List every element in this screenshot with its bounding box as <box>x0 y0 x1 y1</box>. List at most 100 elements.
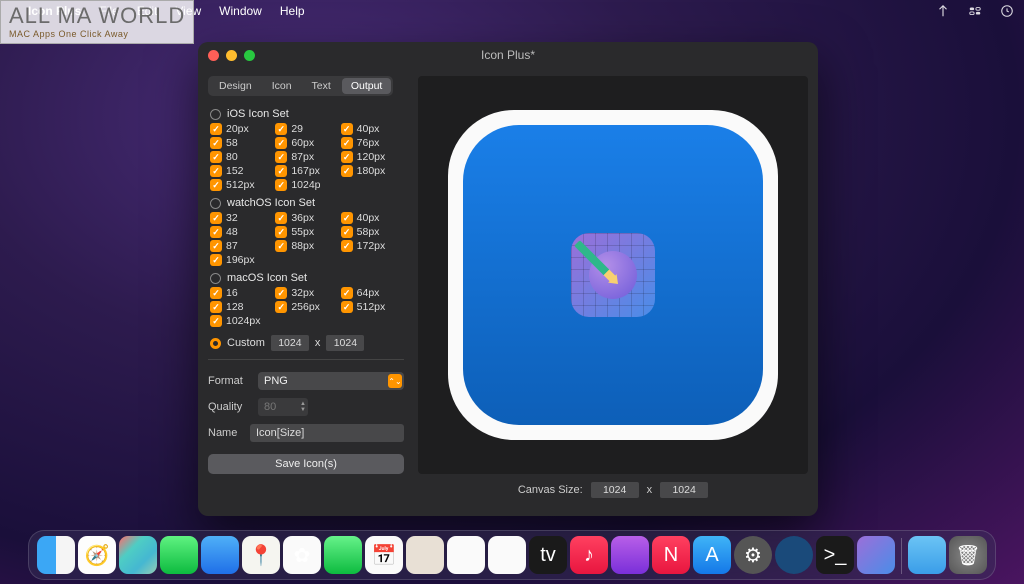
size-label: 29 <box>291 123 303 135</box>
dock-reminders-icon[interactable] <box>447 536 485 574</box>
size-checkbox[interactable]: ✓167px <box>275 165 338 177</box>
dock-facetime-icon[interactable] <box>324 536 362 574</box>
size-label: 152 <box>226 165 244 177</box>
size-checkbox[interactable]: ✓55px <box>275 226 338 238</box>
macos-section-header[interactable]: macOS Icon Set <box>210 272 404 284</box>
dock-photos-icon[interactable]: ✿ <box>283 536 321 574</box>
size-checkbox[interactable]: ✓20px <box>210 123 273 135</box>
icon-preview-outer <box>448 110 778 440</box>
dock-downloads-icon[interactable] <box>908 536 946 574</box>
size-checkbox[interactable]: ✓87px <box>275 151 338 163</box>
canvas-height-input[interactable] <box>660 482 708 498</box>
stepper-arrows-icon[interactable]: ▲▼ <box>300 401 306 413</box>
radio-icon[interactable] <box>210 109 221 120</box>
size-checkbox[interactable]: ✓48 <box>210 226 273 238</box>
dock-appstore-icon[interactable]: A <box>693 536 731 574</box>
menu-window[interactable]: Window <box>219 4 262 18</box>
size-checkbox[interactable]: ✓76px <box>341 137 404 149</box>
checkbox-icon: ✓ <box>210 315 222 327</box>
size-checkbox[interactable]: ✓512px <box>341 301 404 313</box>
canvas-area[interactable] <box>418 76 808 474</box>
custom-height-input[interactable] <box>326 335 364 351</box>
size-checkbox[interactable]: ✓80 <box>210 151 273 163</box>
size-checkbox[interactable]: ✓196px <box>210 254 273 266</box>
dock-launchpad-icon[interactable] <box>119 536 157 574</box>
dock-music-icon[interactable]: ♪ <box>570 536 608 574</box>
size-checkbox[interactable]: ✓88px <box>275 240 338 252</box>
size-checkbox[interactable]: ✓60px <box>275 137 338 149</box>
watchos-title: watchOS Icon Set <box>227 197 315 209</box>
menu-help[interactable]: Help <box>280 4 305 18</box>
size-label: 32 <box>226 212 238 224</box>
dock-settings-icon[interactable]: ⚙︎ <box>734 536 772 574</box>
size-label: 58px <box>357 226 380 238</box>
dock-terminal-icon[interactable]: >_ <box>816 536 854 574</box>
dock-mail-icon[interactable] <box>201 536 239 574</box>
size-checkbox[interactable]: ✓64px <box>341 287 404 299</box>
size-checkbox[interactable]: ✓256px <box>275 301 338 313</box>
titlebar[interactable]: Icon Plus* <box>198 42 818 68</box>
size-checkbox[interactable]: ✓1024px <box>210 315 273 327</box>
size-checkbox[interactable]: ✓40px <box>341 123 404 135</box>
dock-tv-icon[interactable]: tv <box>529 536 567 574</box>
dock-contacts-icon[interactable] <box>406 536 444 574</box>
size-checkbox[interactable]: ✓ 29 <box>275 123 338 135</box>
radio-icon[interactable] <box>210 198 221 209</box>
size-checkbox[interactable]: ✓120px <box>341 151 404 163</box>
tab-text[interactable]: Text <box>303 78 340 94</box>
tab-design[interactable]: Design <box>210 78 261 94</box>
checkbox-icon: ✓ <box>275 151 287 163</box>
dock-maps-icon[interactable]: 📍 <box>242 536 280 574</box>
preview-panel: Canvas Size: x <box>418 76 808 506</box>
format-select[interactable]: PNG ⌃⌄ <box>258 372 404 390</box>
size-checkbox[interactable]: ✓180px <box>341 165 404 177</box>
size-checkbox[interactable]: ✓16 <box>210 287 273 299</box>
size-label: 128 <box>226 301 244 313</box>
size-checkbox[interactable]: ✓172px <box>341 240 404 252</box>
tab-icon[interactable]: Icon <box>263 78 301 94</box>
size-label: 60px <box>291 137 314 149</box>
ios-section-header[interactable]: iOS Icon Set <box>210 108 404 120</box>
name-input[interactable] <box>250 424 404 442</box>
size-checkbox[interactable]: ✓32px <box>275 287 338 299</box>
watchos-section-header[interactable]: watchOS Icon Set <box>210 197 404 209</box>
size-checkbox[interactable]: ✓36px <box>275 212 338 224</box>
dock-icon-plus-icon[interactable] <box>857 536 895 574</box>
dock-messages-icon[interactable] <box>160 536 198 574</box>
dock-notes-icon[interactable] <box>488 536 526 574</box>
custom-width-input[interactable] <box>271 335 309 351</box>
ios-title: iOS Icon Set <box>227 108 289 120</box>
clock-icon[interactable] <box>1000 4 1014 18</box>
size-checkbox[interactable]: ✓1024p <box>275 179 338 191</box>
menubar-status-icon[interactable] <box>936 4 950 18</box>
checkbox-icon: ✓ <box>275 123 287 135</box>
radio-icon[interactable] <box>210 273 221 284</box>
size-checkbox[interactable]: ✓512px <box>210 179 273 191</box>
checkbox-icon: ✓ <box>210 212 222 224</box>
size-checkbox[interactable]: ✓ 32 <box>210 212 273 224</box>
tab-output[interactable]: Output <box>342 78 392 94</box>
radio-on-icon[interactable] <box>210 338 221 349</box>
size-checkbox[interactable]: ✓40px <box>341 212 404 224</box>
dock-news-icon[interactable]: N <box>652 536 690 574</box>
dock-podcasts-icon[interactable] <box>611 536 649 574</box>
save-button[interactable]: Save Icon(s) <box>208 454 404 474</box>
quality-stepper[interactable]: 80 ▲▼ <box>258 398 308 416</box>
size-label: 512px <box>226 179 255 191</box>
dock-finder-icon[interactable] <box>37 536 75 574</box>
size-checkbox[interactable]: ✓152 <box>210 165 273 177</box>
size-label: 172px <box>357 240 386 252</box>
dock-safari-icon[interactable]: 🧭 <box>78 536 116 574</box>
size-checkbox[interactable]: ✓128 <box>210 301 273 313</box>
size-label: 512px <box>357 301 386 313</box>
control-center-icon[interactable] <box>968 4 982 18</box>
icon-preview-inner <box>463 125 763 425</box>
canvas-width-input[interactable] <box>591 482 639 498</box>
dock-trash-icon[interactable]: 🗑 <box>949 536 987 574</box>
size-checkbox[interactable]: ✓58px <box>341 226 404 238</box>
size-label: 16 <box>226 287 238 299</box>
dock-calendar-icon[interactable]: 📅 <box>365 536 403 574</box>
size-checkbox[interactable]: ✓58 <box>210 137 273 149</box>
dock-xcode-icon[interactable] <box>775 536 813 574</box>
size-checkbox[interactable]: ✓87 <box>210 240 273 252</box>
